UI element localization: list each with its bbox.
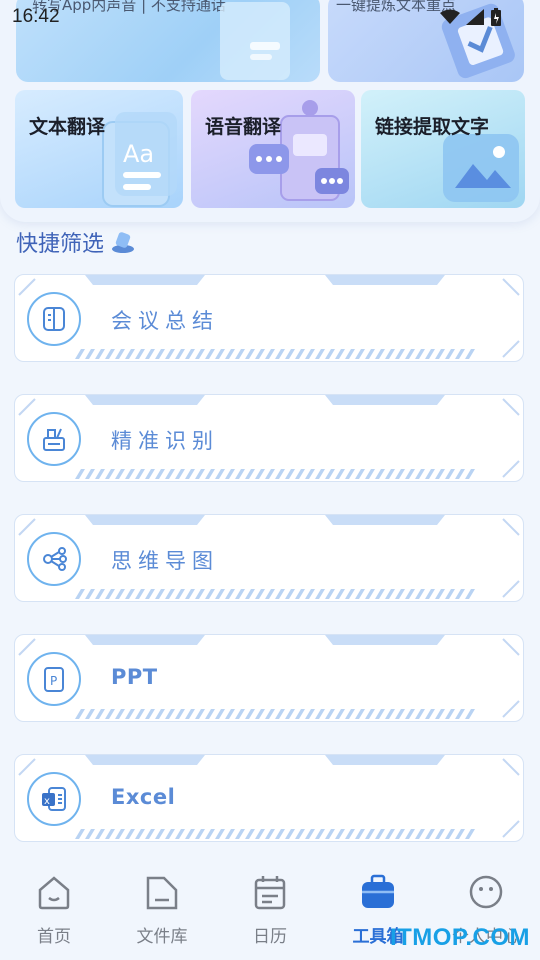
status-bar: 16:42: [0, 0, 540, 36]
quick-filter-title: 快捷筛选: [16, 226, 136, 258]
quick-filter-title-text: 快捷筛选: [16, 232, 105, 257]
filter-card-1[interactable]: 会议总结: [14, 274, 524, 362]
card-bottom-decoration: [75, 349, 475, 359]
bottom-nav: 首页 文件库 日历 工具箱 个人中心 ITMOP.COM: [0, 862, 540, 960]
svg-text:x: x: [44, 796, 50, 807]
corner-decoration: [18, 398, 36, 416]
filter-card-label: 会议总结: [111, 309, 219, 333]
card-top-decoration: [85, 395, 445, 405]
card-top-decoration: [85, 515, 445, 525]
card-bottom-decoration: [75, 829, 475, 839]
mindmap-icon: [27, 532, 81, 586]
battery-icon: [491, 8, 501, 26]
card-top-decoration: [85, 635, 445, 645]
status-time: 16:42: [12, 6, 60, 27]
corner-decoration: [502, 638, 520, 656]
filter-card-label: PPT: [111, 665, 158, 689]
corner-decoration: [18, 638, 36, 656]
corner-decoration: [502, 580, 520, 598]
toolbox-icon: [362, 874, 394, 908]
tool-link-extract[interactable]: 链接提取文字: [361, 90, 525, 208]
filter-card-label: 思维导图: [111, 549, 219, 573]
book-icon: [27, 292, 81, 346]
svg-text:Aa: Aa: [123, 140, 154, 168]
filter-card-label: 精准识别: [111, 429, 219, 453]
folder-icon: [146, 876, 178, 910]
filter-card-label: Excel: [111, 785, 176, 809]
filter-card-4[interactable]: P PPT: [14, 634, 524, 722]
card-top-decoration: [85, 755, 445, 765]
tool-text-translate[interactable]: 文本翻译 Aa: [15, 90, 183, 208]
nav-home[interactable]: 首页: [14, 872, 94, 947]
wifi-icon: [440, 9, 460, 24]
corner-decoration: [502, 700, 520, 718]
status-icons: [440, 8, 502, 26]
card-bottom-decoration: [75, 709, 475, 719]
excel-icon: x: [27, 772, 81, 826]
card-bottom-decoration: [75, 469, 475, 479]
filter-card-2[interactable]: 精准识别: [14, 394, 524, 482]
corner-decoration: [502, 460, 520, 478]
calendar-icon: [254, 876, 286, 910]
tool-voice-translate-label: 语音翻译: [205, 116, 282, 138]
card-bottom-decoration: [75, 589, 475, 599]
corner-decoration: [502, 278, 520, 296]
nav-calendar-label: 日历: [253, 927, 287, 947]
corner-decoration: [502, 340, 520, 358]
corner-decoration: [18, 518, 36, 536]
ppt-icon: P: [27, 652, 81, 706]
filter-decoration-icon: [112, 232, 135, 253]
corner-decoration: [18, 278, 36, 296]
tool-text-translate-label: 文本翻译: [29, 116, 106, 138]
filter-card-3[interactable]: 思维导图: [14, 514, 524, 602]
corner-decoration: [502, 398, 520, 416]
signal-icon: [466, 9, 484, 25]
nav-calendar[interactable]: 日历: [230, 872, 310, 947]
tool-link-extract-label: 链接提取文字: [375, 116, 490, 138]
watermark: ITMOP.COM: [389, 924, 530, 951]
home-icon: [38, 876, 70, 910]
nav-home-label: 首页: [37, 927, 71, 947]
tool-voice-translate[interactable]: 语音翻译: [191, 90, 355, 208]
nav-files-label: 文件库: [136, 927, 188, 947]
nav-files[interactable]: 文件库: [122, 872, 202, 947]
corner-decoration: [502, 820, 520, 838]
basket-icon: [27, 412, 81, 466]
card-top-decoration: [85, 275, 445, 285]
smile-icon: [469, 875, 503, 909]
corner-decoration: [502, 758, 520, 776]
corner-decoration: [18, 758, 36, 776]
filter-card-5[interactable]: x Excel: [14, 754, 524, 842]
svg-text:P: P: [50, 674, 57, 688]
corner-decoration: [502, 518, 520, 536]
